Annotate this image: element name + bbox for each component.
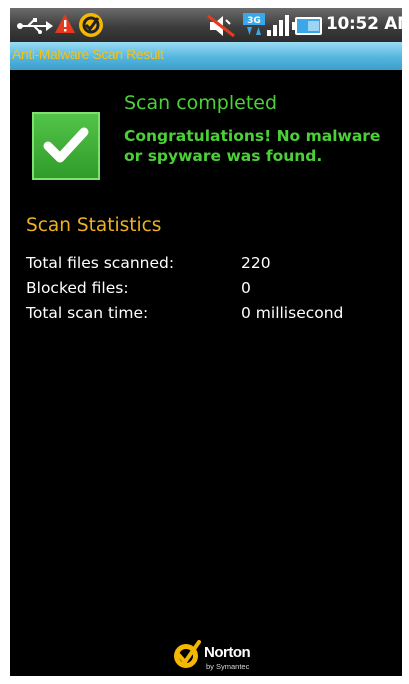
stat-row-scan-time: Total scan time: 0 millisecond (26, 304, 396, 329)
stat-value: 0 millisecond (241, 304, 344, 322)
signal-icon (267, 15, 289, 36)
scan-statistics-table: Total files scanned: 220 Blocked files: … (26, 254, 396, 329)
stat-value: 220 (241, 254, 271, 272)
norton-icon (79, 13, 103, 37)
title-bar: Anti-Malware Scan Result (10, 42, 402, 70)
scan-statistics-heading: Scan Statistics (26, 215, 162, 236)
norton-logo: Norton by Symantec (172, 638, 282, 676)
scan-status-title: Scan completed (124, 92, 278, 114)
stat-label: Blocked files: (26, 279, 129, 297)
stat-row-files-scanned: Total files scanned: 220 (26, 254, 396, 279)
norton-wordmark: Norton (204, 644, 251, 661)
phone-screen: 3G 10:52 AM Anti-Malware Scan Result (10, 8, 402, 676)
network-3g-icon: 3G (243, 13, 265, 35)
stat-row-blocked-files: Blocked files: 0 (26, 279, 396, 304)
status-clock: 10:52 AM (326, 14, 402, 34)
mute-icon (207, 14, 235, 38)
norton-check-icon (174, 640, 201, 668)
page-title: Anti-Malware Scan Result (12, 46, 164, 62)
usb-icon (17, 18, 53, 34)
norton-byline: by Symantec (206, 662, 250, 671)
warning-icon (55, 14, 75, 33)
device-frame: 3G 10:52 AM Anti-Malware Scan Result (0, 0, 409, 684)
stat-value: 0 (241, 279, 251, 297)
checkmark-icon (32, 112, 100, 180)
svg-text:3G: 3G (247, 16, 261, 26)
stat-label: Total scan time: (26, 304, 149, 322)
status-bar: 3G 10:52 AM (10, 8, 402, 42)
stat-label: Total files scanned: (26, 254, 175, 272)
scan-result-message: Congratulations! No malware or spyware w… (124, 127, 381, 165)
battery-icon (292, 17, 322, 35)
